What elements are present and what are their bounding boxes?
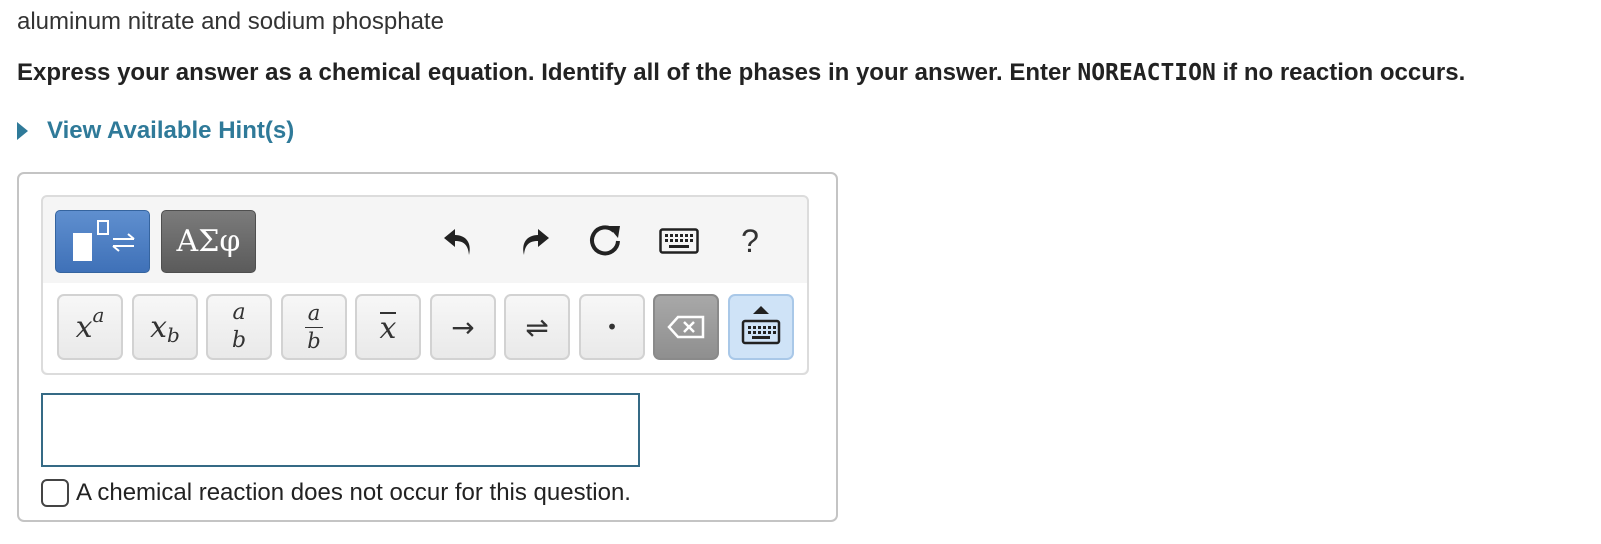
superscript-key[interactable]: xa	[57, 294, 123, 360]
redo-icon	[523, 229, 549, 255]
help-button[interactable]: ?	[728, 219, 772, 263]
math-toolbar: ΑΣφ ? x a x b a b a b x → ⇌ •	[41, 195, 809, 375]
fraction-den: b	[231, 328, 247, 353]
question-text: aluminum nitrate and sodium phosphate	[17, 8, 444, 35]
virtual-keyboard-toggle[interactable]	[728, 294, 794, 360]
small-fraction-num: a	[307, 301, 321, 325]
undo-icon	[444, 229, 470, 255]
superscript-exp: a	[92, 303, 105, 327]
subscript-base: x	[150, 309, 168, 345]
keyboard-up-icon	[741, 306, 781, 345]
superscript-base: x	[75, 309, 93, 345]
equilibrium-arrow-glyph: ⇌	[525, 310, 549, 344]
instruction-text: Express your answer as a chemical equati…	[17, 59, 1465, 87]
fraction-num: a	[232, 300, 246, 325]
noreaction-code: NOREACTION	[1077, 60, 1216, 86]
fraction-glyph: a b	[232, 302, 246, 352]
caret-right-icon	[17, 122, 28, 140]
toolbar-top-row: ΑΣφ ?	[43, 197, 807, 283]
templates-icon	[72, 219, 135, 261]
small-fraction-den: b	[307, 329, 321, 353]
redo-button[interactable]	[513, 219, 557, 263]
view-hints-toggle[interactable]: View Available Hint(s)	[17, 117, 294, 145]
fraction-key[interactable]: a b	[206, 294, 272, 360]
fraction-bar	[305, 327, 323, 328]
instruction-after: if no reaction occurs.	[1215, 59, 1466, 86]
undo-button[interactable]	[436, 219, 480, 263]
view-hints-label: View Available Hint(s)	[47, 117, 295, 144]
equilibrium-arrow-key[interactable]: ⇌	[504, 294, 570, 360]
reset-icon	[590, 225, 620, 256]
toolbar-keys-row: xa xb a b a b x → ⇌ •	[43, 283, 807, 373]
answer-panel: ΑΣφ ? x a x b a b a b x → ⇌ • A chemical…	[17, 172, 838, 522]
no-reaction-label: A chemical reaction does not occur for t…	[76, 479, 631, 506]
reaction-arrow-glyph: →	[451, 310, 475, 344]
dot-glyph: •	[606, 315, 618, 339]
subscript-key[interactable]: xb	[132, 294, 198, 360]
keyboard-shortcuts-button[interactable]	[657, 219, 701, 263]
backspace-icon	[667, 315, 705, 339]
backspace-key[interactable]	[653, 294, 719, 360]
dot-key[interactable]: •	[579, 294, 645, 360]
answer-input[interactable]	[41, 393, 640, 467]
instruction-before: Express your answer as a chemical equati…	[17, 59, 1078, 86]
small-fraction-glyph: a b	[305, 302, 323, 352]
keyboard-icon	[659, 228, 699, 254]
reaction-arrow-key[interactable]: →	[430, 294, 496, 360]
greek-mode-button[interactable]: ΑΣφ	[161, 210, 256, 273]
reset-button[interactable]	[584, 219, 628, 263]
small-fraction-key[interactable]: a b	[281, 294, 347, 360]
overline-var: x	[379, 310, 397, 346]
no-reaction-option[interactable]: A chemical reaction does not occur for t…	[41, 479, 631, 507]
subscript-sub: b	[167, 323, 180, 347]
overline-key[interactable]: x	[355, 294, 421, 360]
no-reaction-checkbox[interactable]	[41, 479, 69, 507]
templates-mode-button[interactable]	[55, 210, 150, 273]
